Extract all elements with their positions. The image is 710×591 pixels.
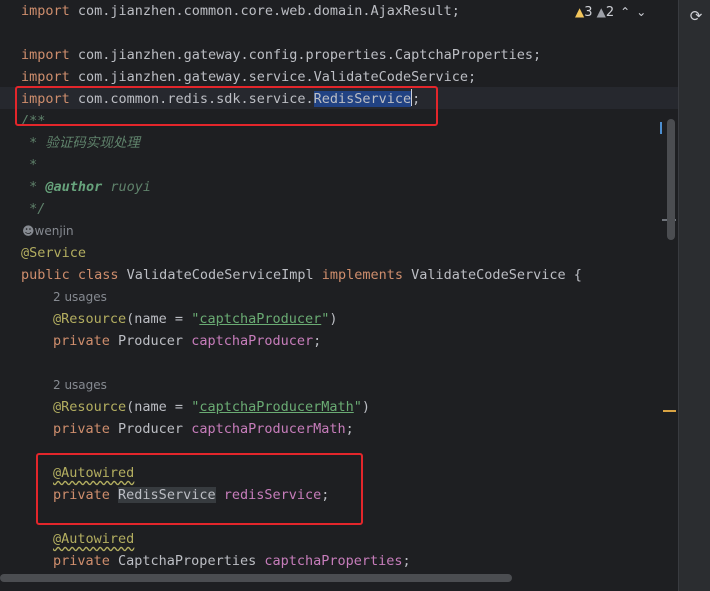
- class-name: ValidateCodeServiceImpl: [118, 267, 322, 283]
- annotation-param: (name =: [126, 399, 192, 415]
- field-name: captchaProducerMath: [191, 421, 346, 437]
- javadoc-author-name: ruoyi: [102, 179, 152, 195]
- field-name: captchaProducer: [191, 333, 314, 349]
- keyword-private: private: [53, 553, 110, 569]
- keyword-import: import: [21, 47, 70, 63]
- field-name: captchaProperties: [264, 553, 403, 569]
- usages-hint[interactable]: 2 usages: [53, 374, 107, 396]
- highlight-box-autowired: [36, 453, 363, 525]
- javadoc-author-line: * @author ruoyi: [21, 176, 151, 198]
- weak-warning-triangle-icon: ▲: [596, 5, 606, 19]
- scrollbar-marker: [660, 122, 662, 134]
- annotation-param: (name =: [126, 311, 192, 327]
- highlight-box-import: [15, 86, 438, 126]
- field-captchaproducermath[interactable]: private Producer captchaProducerMath;: [53, 418, 354, 440]
- field-type: CaptchaProperties: [109, 553, 265, 569]
- keyword-private: private: [53, 421, 110, 437]
- vertical-scrollbar-thumb[interactable]: [667, 119, 675, 240]
- annotation-autowired: @Autowired: [53, 531, 135, 547]
- keyword-import: import: [21, 69, 70, 85]
- import-path: com.jianzhen.gateway.service.ValidateCod…: [69, 69, 477, 85]
- semicolon: ;: [402, 553, 411, 569]
- import-path: com.jianzhen.common.core.web.domain.Ajax…: [69, 3, 460, 19]
- javadoc-close: */: [21, 201, 46, 217]
- person-icon: ☻: [22, 224, 35, 238]
- inspections-widget[interactable]: ▲3 ▲2 ⌃ ⌄: [575, 3, 646, 21]
- field-type: Producer: [109, 333, 192, 349]
- string-literal: captchaProducer: [199, 311, 322, 327]
- resource-annotation-captchaproducer[interactable]: @Resource(name = "captchaProducer"): [53, 308, 338, 330]
- scrollbar-warning-marker: [663, 410, 676, 412]
- javadoc-description: * 验证码实现处理: [21, 135, 140, 151]
- string-literal: captchaProducerMath: [199, 399, 354, 415]
- code-editor[interactable]: import com.jianzhen.common.core.web.doma…: [0, 0, 678, 591]
- chevron-up-icon[interactable]: ⌃: [620, 5, 630, 19]
- code-author-hint[interactable]: ☻wenjin: [22, 220, 74, 242]
- import-line-captchaproperties[interactable]: import com.jianzhen.gateway.config.prope…: [21, 44, 541, 66]
- resource-annotation-captchaproducermath[interactable]: @Resource(name = "captchaProducerMath"): [53, 396, 370, 418]
- service-annotation[interactable]: @Service: [21, 242, 86, 264]
- annotation-resource: @Resource: [53, 399, 127, 415]
- import-line-validatecodeservice[interactable]: import com.jianzhen.gateway.service.Vali…: [21, 66, 476, 88]
- close-paren: ): [361, 399, 371, 415]
- semicolon: ;: [313, 333, 322, 349]
- right-tool-strip: ⟳: [678, 0, 710, 591]
- author-hint-label: wenjin: [34, 224, 74, 238]
- import-line-ajaxresult[interactable]: import com.jianzhen.common.core.web.doma…: [21, 0, 460, 22]
- close-paren: ): [329, 311, 338, 327]
- usages-hint[interactable]: 2 usages: [53, 286, 107, 308]
- keyword-implements: implements: [321, 267, 404, 283]
- quote: ": [353, 399, 362, 415]
- warning-count: 3: [584, 5, 593, 20]
- javadoc-author-tag: @author: [45, 179, 103, 195]
- javadoc-prefix: *: [21, 179, 46, 195]
- annotation-resource: @Resource: [53, 311, 127, 327]
- chevron-down-icon[interactable]: ⌄: [636, 5, 646, 19]
- keyword-private: private: [53, 333, 110, 349]
- autowired-annotation[interactable]: @Autowired: [53, 528, 134, 550]
- javadoc-blank: *: [21, 157, 38, 173]
- class-declaration[interactable]: public class ValidateCodeServiceImpl imp…: [21, 264, 582, 286]
- horizontal-scrollbar-thumb[interactable]: [0, 574, 512, 582]
- weak-warning-count: 2: [605, 5, 615, 20]
- field-captchaproducer[interactable]: private Producer captchaProducer;: [53, 330, 321, 352]
- field-type: Producer: [109, 421, 192, 437]
- warning-triangle-icon: ▲: [575, 5, 585, 19]
- interface-name: ValidateCodeService {: [403, 267, 582, 283]
- keyword-import: import: [21, 3, 70, 19]
- refresh-icon[interactable]: ⟳: [687, 7, 705, 25]
- semicolon: ;: [345, 421, 354, 437]
- keyword-public-class: public class: [21, 267, 119, 283]
- import-path: com.jianzhen.gateway.config.properties.C…: [69, 47, 542, 63]
- field-captchaproperties[interactable]: private CaptchaProperties captchaPropert…: [53, 550, 411, 572]
